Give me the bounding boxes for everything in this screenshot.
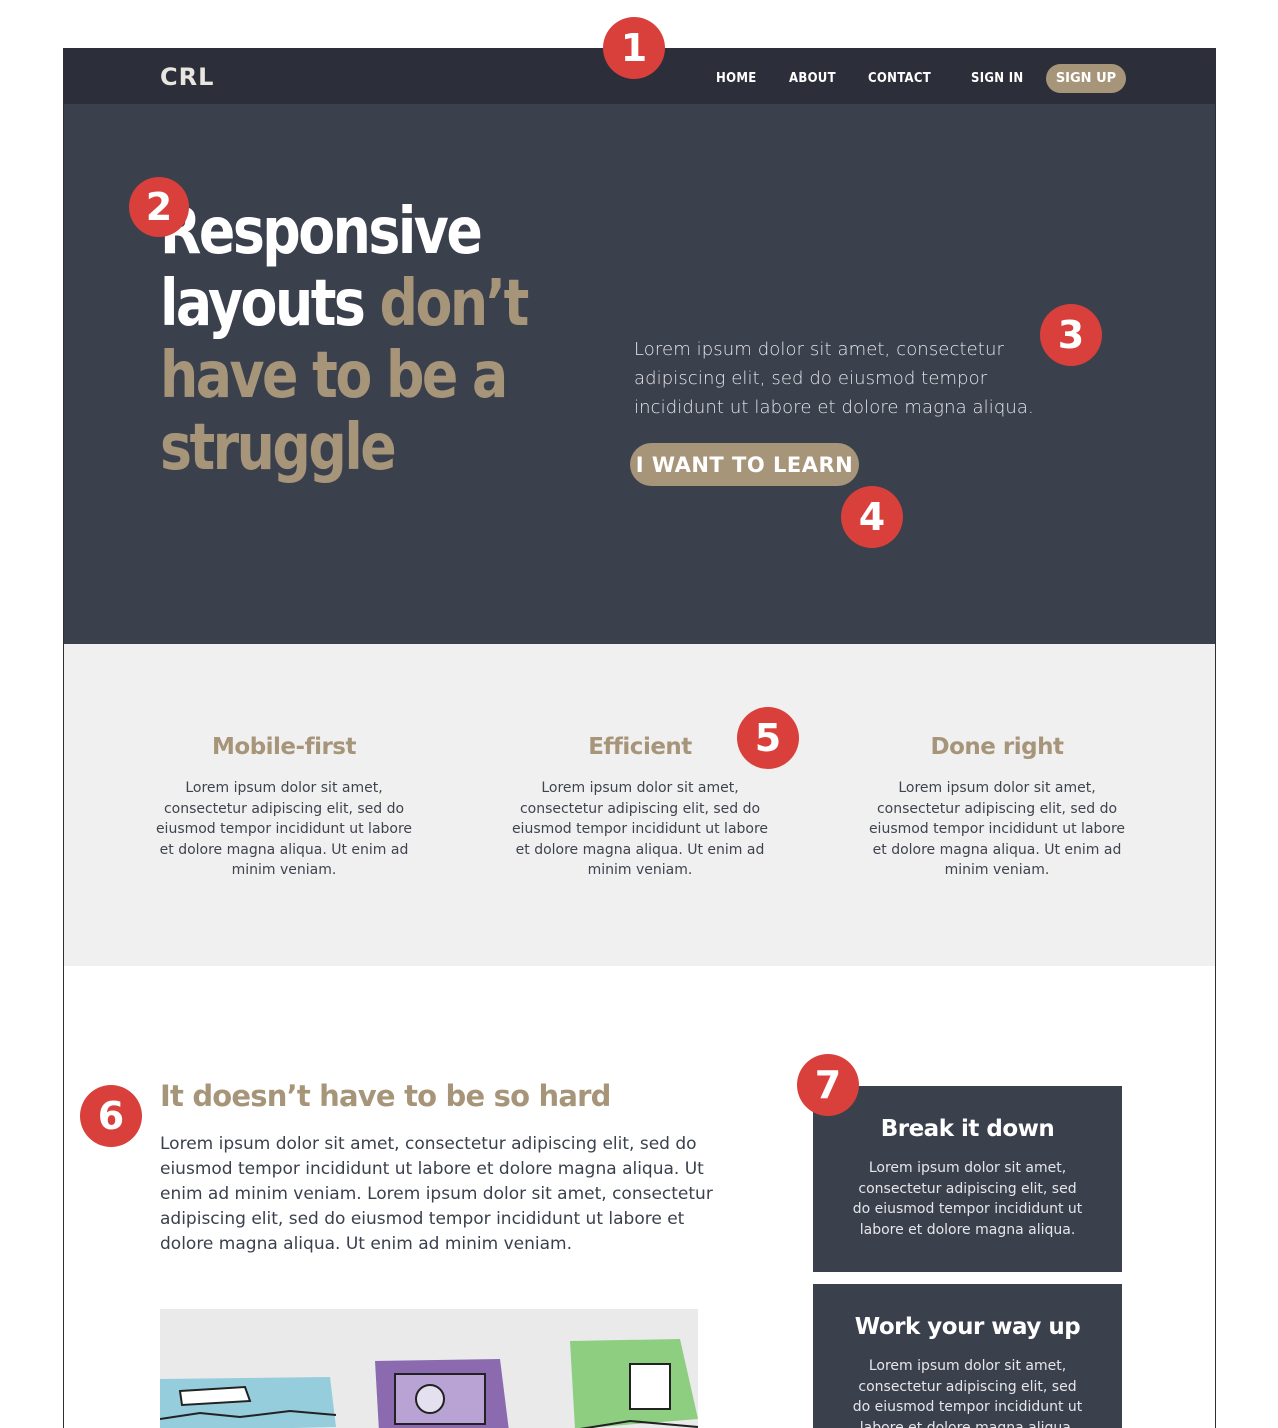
- hero-title-accent: struggle: [160, 411, 397, 485]
- sketch-image: [160, 1309, 698, 1428]
- hero-section: Responsive layouts don’t have to be a st…: [64, 104, 1215, 644]
- nav-home-link[interactable]: HOME: [716, 71, 757, 86]
- feature-text: Lorem ipsum dolor sit amet, consectetur …: [868, 780, 1126, 878]
- signup-button[interactable]: SIGN UP: [1046, 64, 1126, 93]
- marker-4: 4: [841, 486, 903, 548]
- card-title: Work your way up: [854, 1314, 1081, 1340]
- marker-6: 6: [80, 1085, 142, 1147]
- feature-efficient: Efficient Lorem ipsum dolor sit amet, co…: [505, 734, 775, 881]
- card-work-your-way-up: Work your way up Lorem ipsum dolor sit a…: [813, 1284, 1122, 1428]
- card-break-it-down: Break it down Lorem ipsum dolor sit amet…: [813, 1086, 1122, 1272]
- page-frame: CRL HOME ABOUT CONTACT SIGN IN SIGN UP R…: [63, 48, 1216, 1428]
- feature-text: Lorem ipsum dolor sit amet, consectetur …: [511, 780, 769, 878]
- hero-title-line: layouts: [160, 267, 366, 341]
- nav-about-link[interactable]: ABOUT: [789, 71, 836, 86]
- features-section: Mobile-first Lorem ipsum dolor sit amet,…: [64, 644, 1215, 966]
- feature-done-right: Done right Lorem ipsum dolor sit amet, c…: [862, 734, 1132, 881]
- marker-5: 5: [737, 707, 799, 769]
- hero-title: Responsive layouts don’t have to be a st…: [160, 196, 530, 484]
- hero-description: Lorem ipsum dolor sit amet, consectetur …: [634, 339, 1034, 418]
- marker-2: 2: [129, 177, 189, 237]
- card-title: Break it down: [880, 1116, 1055, 1142]
- learn-button[interactable]: I WANT TO LEARN: [630, 443, 859, 486]
- nav-contact-link[interactable]: CONTACT: [868, 71, 931, 86]
- content-title: It doesn’t have to be so hard: [160, 1079, 611, 1113]
- marker-7: 7: [797, 1054, 859, 1116]
- feature-title: Efficient: [588, 734, 692, 760]
- marker-3: 3: [1040, 304, 1102, 366]
- hero-title-line: Responsive: [160, 195, 483, 269]
- nav-signin-link[interactable]: SIGN IN: [971, 71, 1023, 86]
- feature-mobile-first: Mobile-first Lorem ipsum dolor sit amet,…: [149, 734, 419, 881]
- marker-1: 1: [603, 17, 665, 79]
- hero-title-accent: have to be a: [160, 339, 508, 413]
- card-text: Lorem ipsum dolor sit amet, consectetur …: [852, 1358, 1083, 1428]
- feature-text: Lorem ipsum dolor sit amet, consectetur …: [155, 780, 413, 878]
- feature-title: Done right: [930, 734, 1064, 760]
- card-text: Lorem ipsum dolor sit amet, consectetur …: [852, 1160, 1083, 1238]
- content-text: Lorem ipsum dolor sit amet, consectetur …: [160, 1134, 713, 1254]
- hero-title-accent: don’t: [379, 267, 530, 341]
- feature-title: Mobile-first: [212, 734, 356, 760]
- logo[interactable]: CRL: [160, 63, 214, 91]
